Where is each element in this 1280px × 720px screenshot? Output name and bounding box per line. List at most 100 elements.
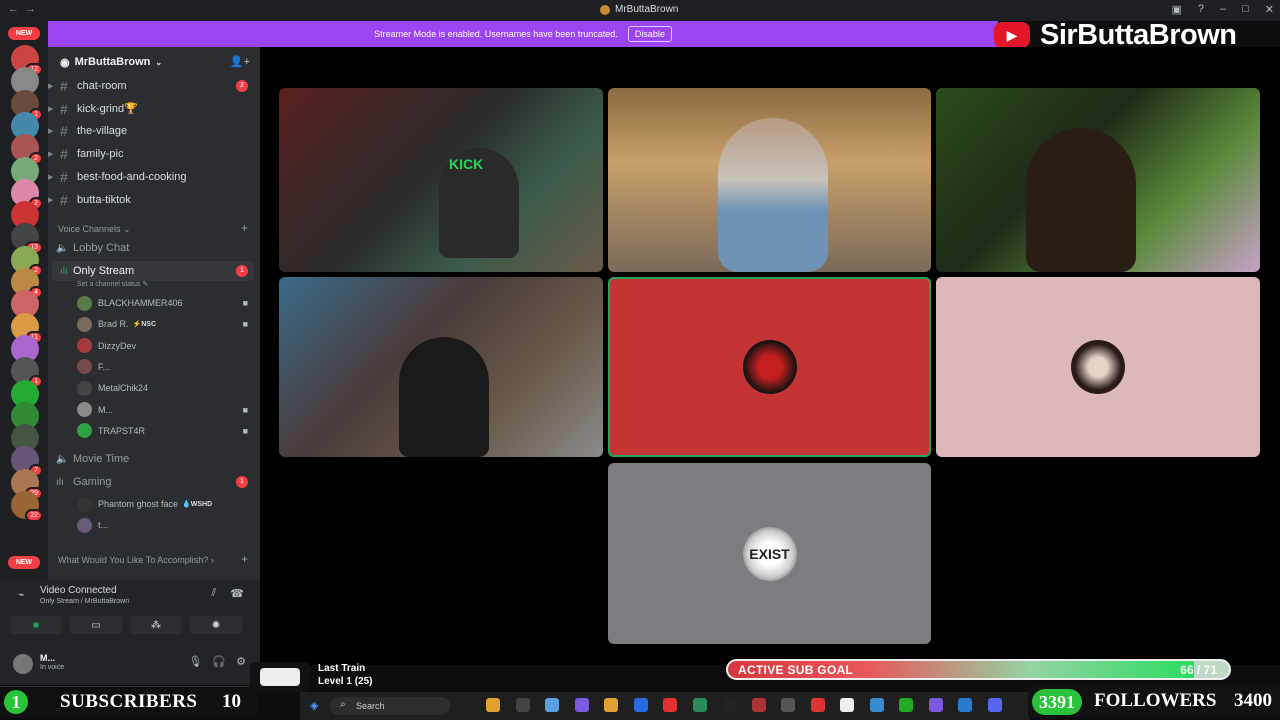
taskbar-app-icon[interactable]: [928, 698, 943, 712]
taskbar-app-icon[interactable]: [781, 698, 795, 712]
channel-name: the-village: [77, 125, 128, 138]
nav-arrows[interactable]: ←→: [8, 3, 42, 15]
taskbar-app-icon[interactable]: [751, 698, 766, 712]
hash-icon: #: [60, 146, 68, 163]
taskbar-app-icon[interactable]: [515, 698, 530, 712]
channel-name: butta-tiktok: [77, 193, 131, 206]
noise-suppression-icon[interactable]: ⫽: [211, 587, 216, 600]
channel-name: kick-grind🏆: [77, 103, 138, 116]
taskbar-search[interactable]: Search: [330, 697, 450, 715]
taskbar-app-icon[interactable]: [958, 698, 972, 712]
hash-icon: #: [60, 168, 68, 185]
taskbar-app-icon[interactable]: [692, 698, 707, 712]
channel-name: best-food-and-cooking: [77, 170, 187, 183]
taskbar-app-icon[interactable]: [899, 698, 913, 712]
user-name: M...: [40, 653, 55, 663]
voice-user[interactable]: TRAPST4R ■: [77, 421, 252, 441]
disable-button[interactable]: Disable: [627, 26, 672, 42]
voice-user[interactable]: MetalChik24: [77, 378, 252, 398]
soundboard-button[interactable]: ✺: [190, 616, 242, 634]
next-category[interactable]: What Would You Like To Accomplish? ›: [58, 555, 214, 565]
new-badge-top[interactable]: NEW: [8, 27, 40, 40]
person-silhouette: [399, 337, 489, 457]
youtube-icon: ▶: [994, 22, 1030, 48]
gear-icon[interactable]: ⚙: [236, 655, 246, 668]
voice-location[interactable]: Only Stream / MrButtaBrown: [40, 598, 129, 605]
voice-user[interactable]: DizzyDev: [77, 336, 252, 356]
server-icon[interactable]: 22: [11, 491, 43, 522]
add-voice-channel-icon[interactable]: +: [241, 221, 248, 235]
taskbar-app-icon[interactable]: [810, 698, 825, 712]
voice-channel-movie[interactable]: 🔈 Movie Time: [48, 449, 254, 469]
channel-status-hint[interactable]: Set a channel status ✎: [77, 280, 148, 288]
widgets-icon[interactable]: ◈: [310, 699, 318, 712]
voice-user-name: DizzyDev: [98, 340, 137, 351]
screen-share-button[interactable]: ▭: [70, 616, 122, 634]
channel-overlay: ▶ SirButtaBrown: [992, 19, 1280, 51]
voice-channel-only-stream[interactable]: ılı Only Stream 1: [52, 261, 254, 281]
taskbar-app-icon[interactable]: [869, 698, 884, 712]
voice-user[interactable]: Brad R. ⚡NSC ■: [77, 314, 252, 334]
voice-channel-lobby[interactable]: 🔈 Lobby Chat: [48, 238, 254, 258]
video-tile-4[interactable]: [279, 277, 603, 457]
voice-user-name: F...: [98, 361, 111, 372]
help-icon[interactable]: ?: [1198, 3, 1204, 16]
video-tile-3[interactable]: [936, 88, 1260, 272]
voice-user[interactable]: M... ■: [77, 400, 252, 420]
text-channel-4[interactable]: ▶ # best-food-and-cooking: [48, 167, 260, 187]
new-badge-bottom[interactable]: NEW: [8, 556, 40, 569]
invite-icon[interactable]: 👤+: [230, 55, 250, 68]
streamer-mode-banner: Streamer Mode is enabled. Usernames have…: [48, 21, 998, 47]
voice-category-label: Voice Channels: [58, 224, 121, 234]
headphones-icon[interactable]: 🎧: [212, 655, 226, 668]
server-header[interactable]: ◉ MrButtaBrown ⌄: [48, 47, 260, 77]
video-stage: KICK EXIST: [260, 47, 1280, 665]
taskbar-app-icon[interactable]: [722, 698, 736, 712]
taskbar-app-icon[interactable]: [604, 698, 618, 712]
text-channel-1[interactable]: ▶ # kick-grind🏆: [48, 99, 260, 119]
voice-user[interactable]: t...: [77, 515, 252, 535]
minimize-button[interactable]: –: [1220, 3, 1226, 16]
voice-category[interactable]: Voice Channels ⌄: [58, 224, 131, 235]
followers-widget: 3391 FOLLOWERS 3400: [1028, 686, 1280, 718]
camera-button[interactable]: ■: [10, 616, 62, 634]
voice-user[interactable]: Phantom ghost face 💧WSHD: [77, 494, 252, 514]
voice-user-name: M...: [98, 404, 113, 415]
voice-user[interactable]: BLACKHAMMER406 ■: [77, 293, 252, 313]
taskbar-app-icon[interactable]: [545, 698, 559, 712]
add-channel-icon[interactable]: +: [241, 552, 248, 566]
text-channel-3[interactable]: ▶ # family-pic: [48, 144, 260, 164]
avatar: [77, 295, 92, 311]
video-tile-1[interactable]: KICK: [279, 88, 603, 272]
taskbar-app-icon[interactable]: [486, 698, 500, 712]
text-channel-5[interactable]: ▶ # butta-tiktok: [48, 190, 260, 210]
text-channel-2[interactable]: ▶ # the-village: [48, 121, 260, 141]
microphone-icon[interactable]: 🎙: [188, 655, 202, 668]
taskbar-app-icon[interactable]: [987, 698, 1002, 712]
taskbar-app-icon[interactable]: [633, 698, 648, 712]
maximize-button[interactable]: □: [1242, 3, 1249, 16]
signal-icon[interactable]: ⌁: [18, 588, 25, 601]
taskbar-app-icon[interactable]: [840, 698, 854, 712]
sub-goal-bar: ACTIVE SUB GOAL 66 / 71: [726, 659, 1231, 680]
activities-button[interactable]: ⁂: [130, 616, 182, 634]
unread-badge: 1: [236, 476, 248, 488]
inbox-icon[interactable]: ▣: [1171, 3, 1181, 16]
video-tile-6[interactable]: [936, 277, 1260, 457]
voice-channel-label: Lobby Chat: [73, 242, 130, 254]
screen: ←→ MrButtaBrown ▣ ? – □ ✕ Streamer Mode …: [0, 0, 1280, 720]
close-button[interactable]: ✕: [1265, 3, 1274, 16]
video-tile-2[interactable]: [608, 88, 931, 272]
video-tile-5[interactable]: [608, 277, 931, 457]
voice-user[interactable]: F...: [77, 357, 252, 377]
text-channel-0[interactable]: ▶ # chat-room 2: [48, 76, 260, 96]
camera-icon: ■: [242, 298, 248, 308]
disconnect-icon[interactable]: ☎: [230, 587, 244, 600]
avatar[interactable]: [13, 654, 33, 674]
hash-icon: #: [60, 100, 68, 117]
taskbar-app-icon[interactable]: [663, 698, 677, 712]
taskbar-app-icon[interactable]: [574, 698, 589, 712]
voice-channel-gaming[interactable]: ılı Gaming 1: [48, 472, 254, 492]
voice-channel-label: Only Stream: [73, 265, 135, 277]
video-tile-7[interactable]: EXIST: [608, 463, 931, 644]
